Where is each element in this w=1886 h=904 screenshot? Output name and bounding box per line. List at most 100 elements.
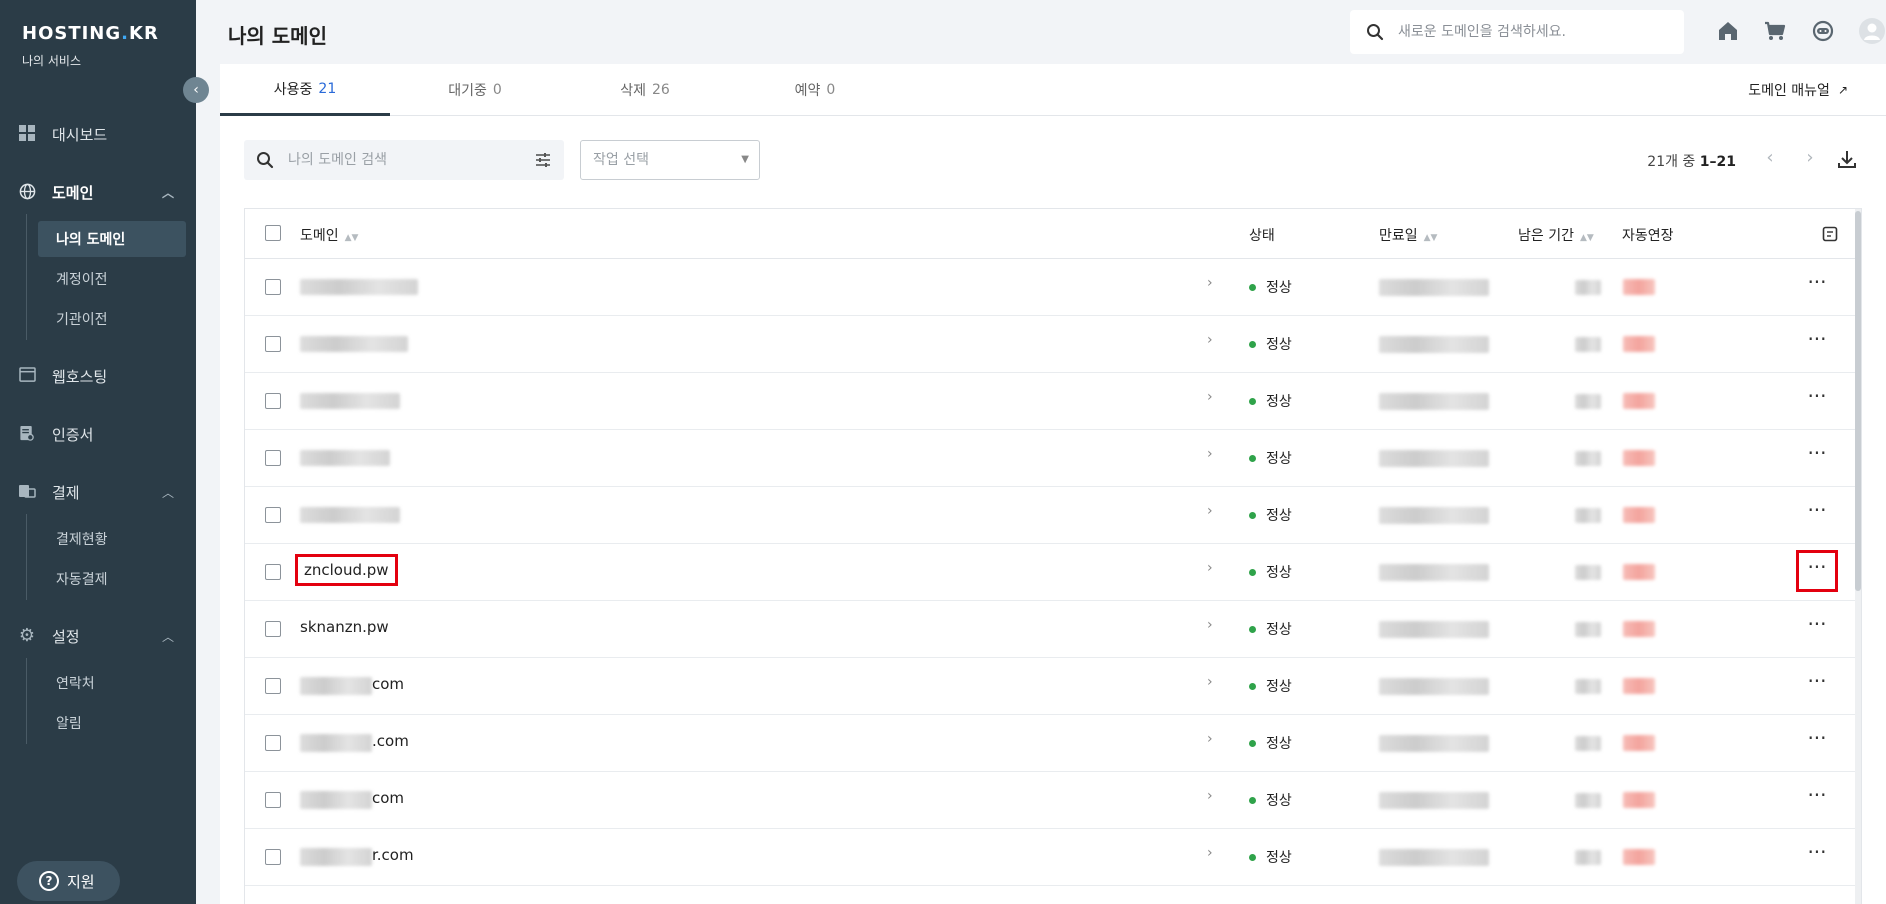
column-settings-icon[interactable]: [1822, 226, 1838, 242]
table-row[interactable]: › 정상 ···: [245, 259, 1861, 316]
table-row[interactable]: com › 정상 ···: [245, 772, 1861, 829]
chevron-right-icon[interactable]: ›: [1207, 560, 1213, 576]
chevron-right-icon[interactable]: ›: [1207, 674, 1213, 690]
table-row[interactable]: r.com › 정상 ···: [245, 829, 1861, 886]
chevron-right-icon[interactable]: ›: [1207, 788, 1213, 804]
table-row[interactable]: sknanzn.pw › 정상 ···: [245, 601, 1861, 658]
table-row[interactable]: › 정상 ···: [245, 316, 1861, 373]
row-checkbox[interactable]: [265, 621, 281, 637]
sidebar-subitem-notifications[interactable]: 알림: [38, 705, 186, 741]
select-all-checkbox[interactable]: [265, 225, 281, 241]
status-dot: [1249, 283, 1256, 291]
cart-icon[interactable]: [1763, 19, 1787, 43]
status-badge: 정상: [1249, 676, 1292, 696]
chevron-right-icon[interactable]: ›: [1207, 332, 1213, 348]
more-options-button[interactable]: ···: [1802, 841, 1832, 871]
table-scrollbar[interactable]: [1855, 209, 1861, 904]
status-label: 정상: [1266, 850, 1292, 866]
chevron-right-icon[interactable]: ›: [1207, 845, 1213, 861]
status-badge: 정상: [1249, 619, 1292, 639]
next-page-button[interactable]: ›: [1800, 148, 1820, 170]
chevron-right-icon[interactable]: ›: [1207, 731, 1213, 747]
more-options-button[interactable]: ···: [1802, 784, 1832, 814]
domain-name-suffix[interactable]: com: [372, 789, 404, 807]
domain-name-suffix[interactable]: r.com: [372, 846, 414, 864]
sidebar-subitem-my-domain[interactable]: 나의 도메인: [38, 221, 186, 257]
table-row[interactable]: › 정상 ···: [245, 430, 1861, 487]
more-options-button[interactable]: ···: [1802, 499, 1832, 529]
chevron-right-icon[interactable]: ›: [1207, 446, 1213, 462]
domain-manual-link[interactable]: 도메인 매뉴얼 ↗: [1748, 80, 1848, 100]
table-row[interactable]: com › 정상 ···: [245, 658, 1861, 715]
scrollbar-thumb[interactable]: [1855, 211, 1861, 591]
sidebar-collapse-button[interactable]: ‹: [183, 77, 209, 103]
sidebar-item-certificate[interactable]: 인증서: [0, 416, 196, 452]
tab-pending[interactable]: 대기중 0: [390, 64, 560, 116]
tab-in-use[interactable]: 사용중 21: [220, 64, 390, 116]
home-icon[interactable]: [1716, 19, 1740, 43]
new-domain-search-input[interactable]: [1398, 20, 1668, 44]
domain-name[interactable]: sknanzn.pw: [300, 618, 389, 636]
more-options-button[interactable]: ···: [1802, 442, 1832, 472]
sidebar-item-webhosting[interactable]: 웹호스팅: [0, 358, 196, 394]
more-options-button[interactable]: ···: [1802, 385, 1832, 415]
row-checkbox[interactable]: [265, 792, 281, 808]
sidebar-item-domain[interactable]: 도메인 ︿: [0, 174, 196, 210]
sidebar-subitem-registrar-transfer[interactable]: 기관이전: [38, 301, 186, 337]
sidebar-subitem-contacts[interactable]: 연락처: [38, 665, 186, 701]
chat-icon[interactable]: [1811, 19, 1835, 43]
pager-prefix: 21개 중: [1647, 154, 1700, 170]
table-row[interactable]: .com › 정상 ···: [245, 715, 1861, 772]
my-domain-search-input[interactable]: [288, 149, 528, 171]
sidebar-item-dashboard[interactable]: 대시보드: [0, 116, 196, 152]
row-checkbox[interactable]: [265, 393, 281, 409]
my-domain-search[interactable]: [244, 140, 564, 180]
table-row[interactable]: › 정상 ···: [245, 373, 1861, 430]
support-button[interactable]: ? 지원: [17, 861, 120, 901]
table-row[interactable]: zncloud.pw › 정상 ···: [245, 544, 1861, 601]
domain-name[interactable]: zncloud.pw: [295, 554, 398, 586]
more-options-button[interactable]: ···: [1802, 727, 1832, 757]
column-domain[interactable]: 도메인 ▲▼: [300, 225, 358, 245]
more-options-button[interactable]: ···: [1802, 670, 1832, 700]
column-expiry[interactable]: 만료일 ▲▼: [1379, 225, 1437, 245]
table-row[interactable]: › 정상 ···: [245, 487, 1861, 544]
domain-search-box[interactable]: [1350, 10, 1684, 54]
download-icon[interactable]: [1836, 148, 1858, 170]
row-checkbox[interactable]: [265, 735, 281, 751]
filter-icon[interactable]: [534, 151, 552, 169]
sidebar-item-label: 대시보드: [52, 125, 108, 144]
status-badge: 정상: [1249, 334, 1292, 354]
row-checkbox[interactable]: [265, 564, 281, 580]
status-label: 정상: [1266, 337, 1292, 353]
tab-reserved[interactable]: 예약 0: [730, 64, 900, 116]
user-icon[interactable]: [1858, 17, 1886, 45]
domain-name-suffix[interactable]: .com: [372, 732, 409, 750]
logo[interactable]: HOSTING.KR: [22, 23, 159, 44]
tab-deleted[interactable]: 삭제 26: [560, 64, 730, 116]
row-checkbox[interactable]: [265, 849, 281, 865]
chevron-right-icon[interactable]: ›: [1207, 617, 1213, 633]
more-options-button[interactable]: ···: [1796, 550, 1838, 592]
chevron-right-icon[interactable]: ›: [1207, 275, 1213, 291]
row-checkbox[interactable]: [265, 336, 281, 352]
sidebar-subitem-account-transfer[interactable]: 계정이전: [38, 261, 186, 297]
more-options-button[interactable]: ···: [1802, 328, 1832, 358]
column-remaining[interactable]: 남은 기간 ▲▼: [1518, 225, 1594, 245]
action-select[interactable]: 작업 선택 ▼: [580, 140, 760, 180]
row-checkbox[interactable]: [265, 279, 281, 295]
sidebar-item-settings[interactable]: ⚙ 설정 ︿: [0, 618, 196, 654]
domain-name-suffix[interactable]: com: [372, 675, 404, 693]
row-checkbox[interactable]: [265, 507, 281, 523]
sidebar-subitem-payment-status[interactable]: 결제현황: [38, 521, 186, 557]
sidebar-item-payment[interactable]: 결제 ︿: [0, 474, 196, 510]
more-options-button[interactable]: ···: [1802, 613, 1832, 643]
redacted-expiry-date: [1379, 336, 1489, 353]
chevron-right-icon[interactable]: ›: [1207, 503, 1213, 519]
more-options-button[interactable]: ···: [1802, 271, 1832, 301]
row-checkbox[interactable]: [265, 678, 281, 694]
row-checkbox[interactable]: [265, 450, 281, 466]
prev-page-button[interactable]: ‹: [1760, 148, 1780, 170]
sidebar-subitem-auto-payment[interactable]: 자동결제: [38, 561, 186, 597]
chevron-right-icon[interactable]: ›: [1207, 389, 1213, 405]
